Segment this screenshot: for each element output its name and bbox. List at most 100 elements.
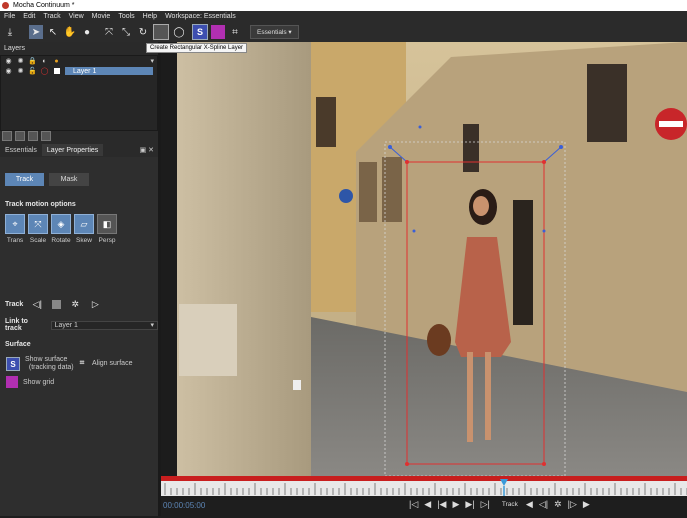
pointer-icon[interactable]: ➤ [29, 25, 43, 39]
go-end-icon[interactable]: ▷| [481, 499, 490, 510]
workspace-dropdown[interactable]: Essentials ▾ [250, 25, 299, 39]
rotate-icon[interactable]: ↻ [136, 25, 150, 39]
create-circle-spline-icon[interactable]: ◯ [172, 25, 186, 39]
grid-icon[interactable] [6, 376, 18, 388]
motion-skew[interactable]: ▱ Skew [73, 214, 95, 244]
frame-ruler[interactable] [161, 481, 687, 496]
track-backward-icon[interactable]: ◁| [31, 298, 43, 310]
layer-menu-icon[interactable]: ▾ [150, 57, 154, 65]
transform-icon[interactable]: ⌗ [228, 25, 242, 39]
spline-point[interactable] [542, 160, 546, 164]
menu-movie[interactable]: Movie [88, 13, 115, 20]
track-frame-icon[interactable]: ✲ [69, 298, 81, 310]
tooltip: Create Rectangular X-Spline Layer [146, 43, 248, 53]
trans-icon[interactable]: ⌖ [5, 214, 25, 234]
surface-corner-handle[interactable] [388, 145, 392, 149]
float-close-icons[interactable]: ▣ ✕ [140, 146, 154, 154]
gear-icon[interactable]: ✺ [16, 67, 25, 76]
menu-track[interactable]: Track [39, 13, 64, 20]
timecode-field[interactable]: 00:00:05:00 [163, 501, 205, 510]
timeline-track-label: Track [501, 501, 518, 508]
menu-view[interactable]: View [65, 13, 88, 20]
layers-column-icons: ◉ ✺ 🔒 ◐ ● ▾ [1, 56, 157, 66]
new-layer-icon[interactable] [15, 131, 25, 141]
menu-bar: File Edit Track View Movie Tools Help Wo… [0, 11, 687, 22]
go-start-icon[interactable]: |◁ [409, 499, 418, 510]
export-icon[interactable]: ⤓ [3, 25, 17, 39]
menu-help[interactable]: Help [139, 13, 161, 20]
timecode[interactable]: 00:00:05:00 [163, 501, 205, 510]
left-panel: Layers ◉ ✺ 🔒 ◐ ● ▾ ◉ ✺ 🔓 ◯ Layer 1 Essen… [0, 42, 158, 516]
track-prev-frame-icon[interactable]: ◁| [539, 499, 548, 510]
surface-icon[interactable]: S [192, 24, 208, 40]
wall-tag [293, 380, 301, 390]
menu-tools[interactable]: Tools [114, 13, 138, 20]
duplicate-layer-icon[interactable] [28, 131, 38, 141]
gear-icon: ✺ [17, 58, 24, 65]
link-select[interactable]: Layer 1 ▾ [50, 320, 158, 330]
show-grid-toggle[interactable]: Show grid [6, 376, 54, 388]
zoom-icon[interactable]: ● [80, 25, 94, 39]
grid-icon[interactable] [211, 25, 225, 39]
step-forward-icon[interactable]: ▶| [465, 499, 474, 510]
align-surface-button[interactable]: ⌗ Align surface [76, 357, 133, 369]
motion-options: ⌖ Trans ⤧ Scale ◈ Rotate ▱ Skew ◧ Persp [4, 214, 119, 244]
play-icon[interactable]: ▶ [452, 499, 459, 510]
eye-icon: ◉ [5, 58, 12, 65]
rotate-icon[interactable]: ◈ [51, 214, 71, 234]
spline-point[interactable] [405, 160, 409, 164]
spline-point[interactable] [405, 462, 409, 466]
track-next-frame-icon[interactable]: |▷ [568, 499, 577, 510]
motion-title: Track motion options [5, 201, 76, 208]
layer-name[interactable]: Layer 1 [65, 67, 153, 75]
menu-file[interactable]: File [0, 13, 19, 20]
motion-trans[interactable]: ⌖ Trans [4, 214, 26, 244]
layers-list: ◉ ✺ 🔒 ◐ ● ▾ ◉ ✺ 🔓 ◯ Layer 1 [0, 55, 158, 131]
hand-icon[interactable]: ✋ [63, 25, 77, 39]
prev-key-icon[interactable]: ◀ [424, 499, 431, 510]
track-backward-icon[interactable]: ◀ [526, 499, 533, 510]
eye-icon[interactable]: ◉ [4, 67, 13, 76]
track-mode-button[interactable]: Track [5, 173, 44, 186]
new-folder-icon[interactable] [2, 131, 12, 141]
scale-icon[interactable]: ⤧ [28, 214, 48, 234]
create-rect-spline-icon[interactable] [153, 24, 169, 40]
shutter [359, 162, 377, 222]
trans-label: Trans [6, 237, 24, 244]
tab-essentials[interactable]: Essentials [0, 144, 42, 156]
stop-icon[interactable] [52, 299, 62, 309]
menu-edit[interactable]: Edit [19, 13, 39, 20]
tab-layer-properties[interactable]: Layer Properties [41, 144, 104, 156]
show-surface-toggle[interactable]: S Show surface (tracking data) [6, 356, 74, 372]
spline-point[interactable] [542, 462, 546, 466]
skew-icon[interactable]: ▱ [74, 214, 94, 234]
matte-icon[interactable]: ◯ [40, 67, 49, 76]
track-controls: Track ◁| ✲ ▷ [5, 298, 101, 310]
motion-rotate[interactable]: ◈ Rotate [50, 214, 72, 244]
motion-scale[interactable]: ⤧ Scale [27, 214, 49, 244]
track-forward-icon[interactable]: ▷ [89, 298, 101, 310]
add-point-icon[interactable]: ↖ [46, 25, 60, 39]
viewer-canvas[interactable] [161, 42, 687, 477]
menu-workspace[interactable]: Workspace: Essentials [161, 13, 240, 20]
step-back-icon[interactable]: |◀ [437, 499, 446, 510]
surface-icon[interactable]: S [6, 357, 20, 371]
lock-icon[interactable]: 🔓 [28, 67, 37, 76]
timeline-ruler[interactable] [161, 476, 687, 516]
persp-icon[interactable]: ◧ [97, 214, 117, 234]
delete-layer-icon[interactable] [41, 131, 51, 141]
motion-persp[interactable]: ◧ Persp [96, 214, 118, 244]
track-forward-icon[interactable]: ▶ [583, 499, 590, 510]
doorway [513, 200, 533, 325]
track-frame-icon[interactable]: ✲ [554, 499, 562, 510]
surface-corner-handle[interactable] [559, 145, 563, 149]
move-icon[interactable]: ⤧ [102, 25, 116, 39]
layer-color-swatch[interactable] [52, 67, 61, 76]
mask-mode-button[interactable]: Mask [49, 173, 89, 186]
cache-bar [161, 476, 687, 481]
essentials-panel: Track Mask Track motion options ⌖ Trans ⤧… [0, 157, 158, 516]
align-surface-icon[interactable]: ⌗ [76, 357, 88, 369]
clip-viewer[interactable] [161, 42, 687, 477]
scale-icon[interactable]: ⤡ [119, 25, 133, 39]
layer-row[interactable]: ◉ ✺ 🔓 ◯ Layer 1 [1, 66, 157, 76]
